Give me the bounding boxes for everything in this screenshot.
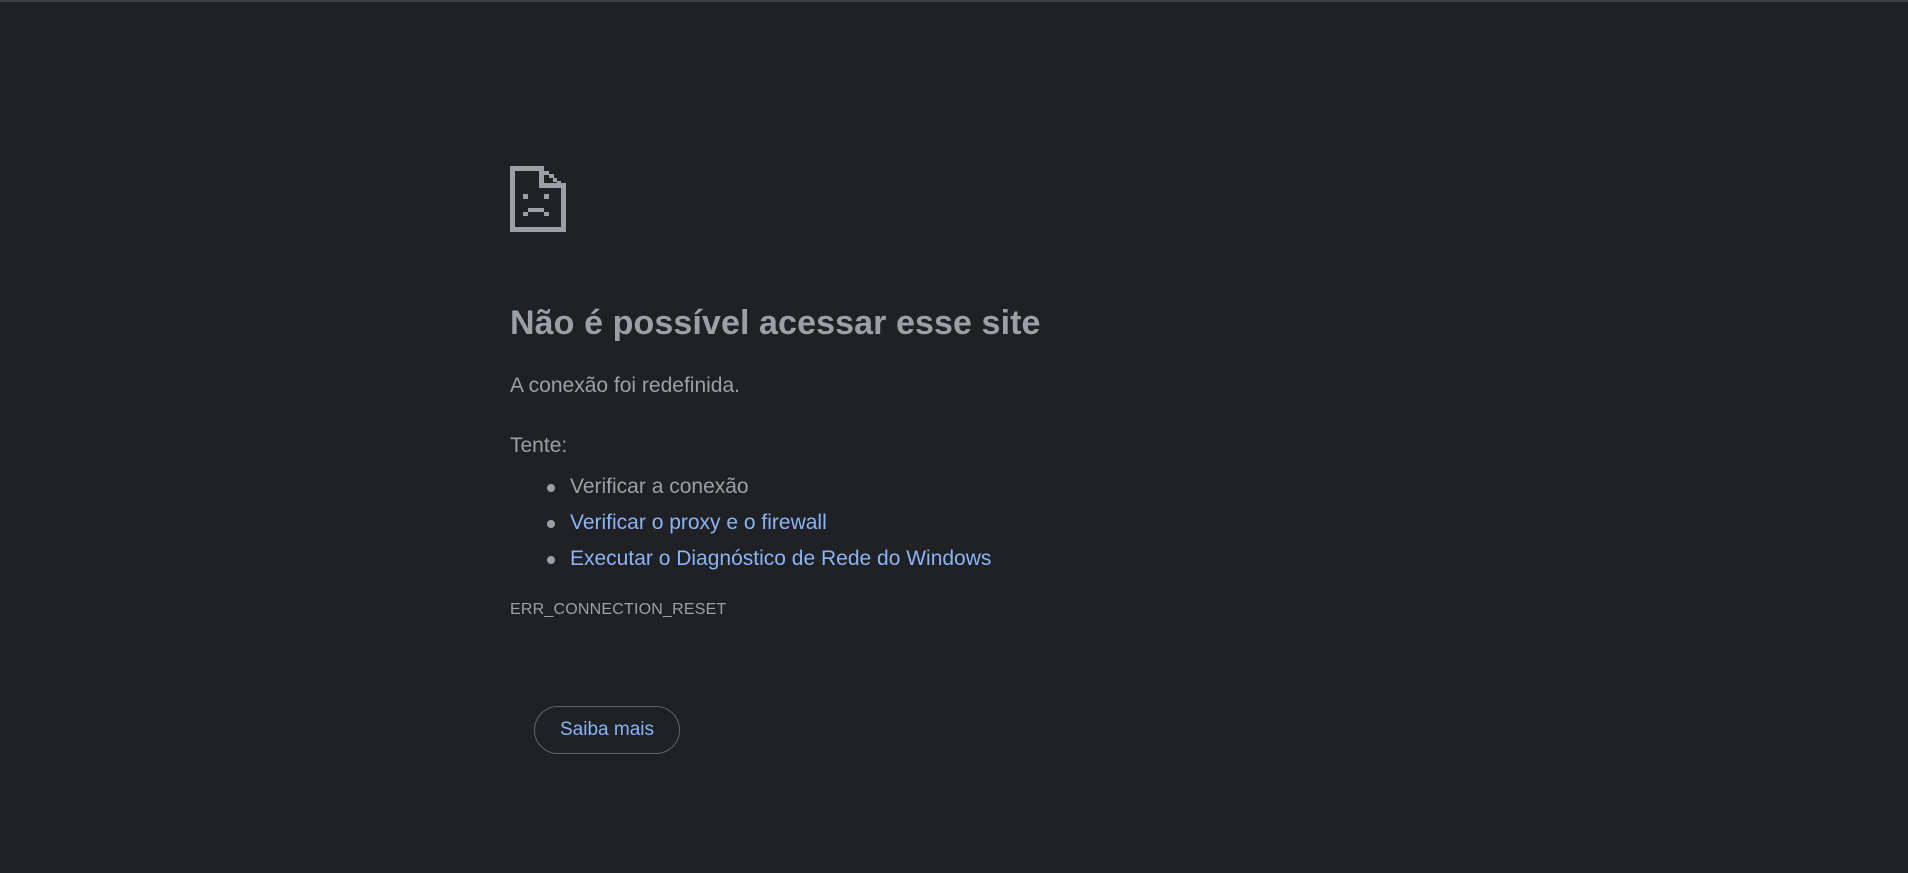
check-proxy-firewall-link[interactable]: Verificar o proxy e o firewall — [570, 511, 827, 534]
error-code: ERR_CONNECTION_RESET — [510, 601, 727, 618]
suggestion-check-connection: Verificar a conexão — [570, 475, 749, 498]
error-content: Não é possível acessar esse site A conex… — [510, 166, 1410, 754]
bullet-icon — [547, 520, 555, 528]
network-diagnostics-link[interactable]: Executar o Diagnóstico de Rede do Window… — [570, 547, 991, 570]
top-border — [0, 0, 1908, 2]
bullet-icon — [547, 556, 555, 564]
list-item: Executar o Diagnóstico de Rede do Window… — [510, 541, 991, 577]
bullet-icon — [547, 484, 555, 492]
try-label: Tente: — [510, 434, 568, 457]
sad-document-icon — [510, 166, 566, 232]
list-item: Verificar o proxy e o firewall — [510, 505, 991, 541]
error-description: A conexão foi redefinida. — [510, 374, 740, 397]
list-item: Verificar a conexão — [510, 469, 991, 505]
suggestions-list: Verificar a conexão Verificar o proxy e … — [510, 469, 991, 577]
learn-more-button[interactable]: Saiba mais — [534, 706, 680, 754]
error-title: Não é possível acessar esse site — [510, 304, 1041, 342]
